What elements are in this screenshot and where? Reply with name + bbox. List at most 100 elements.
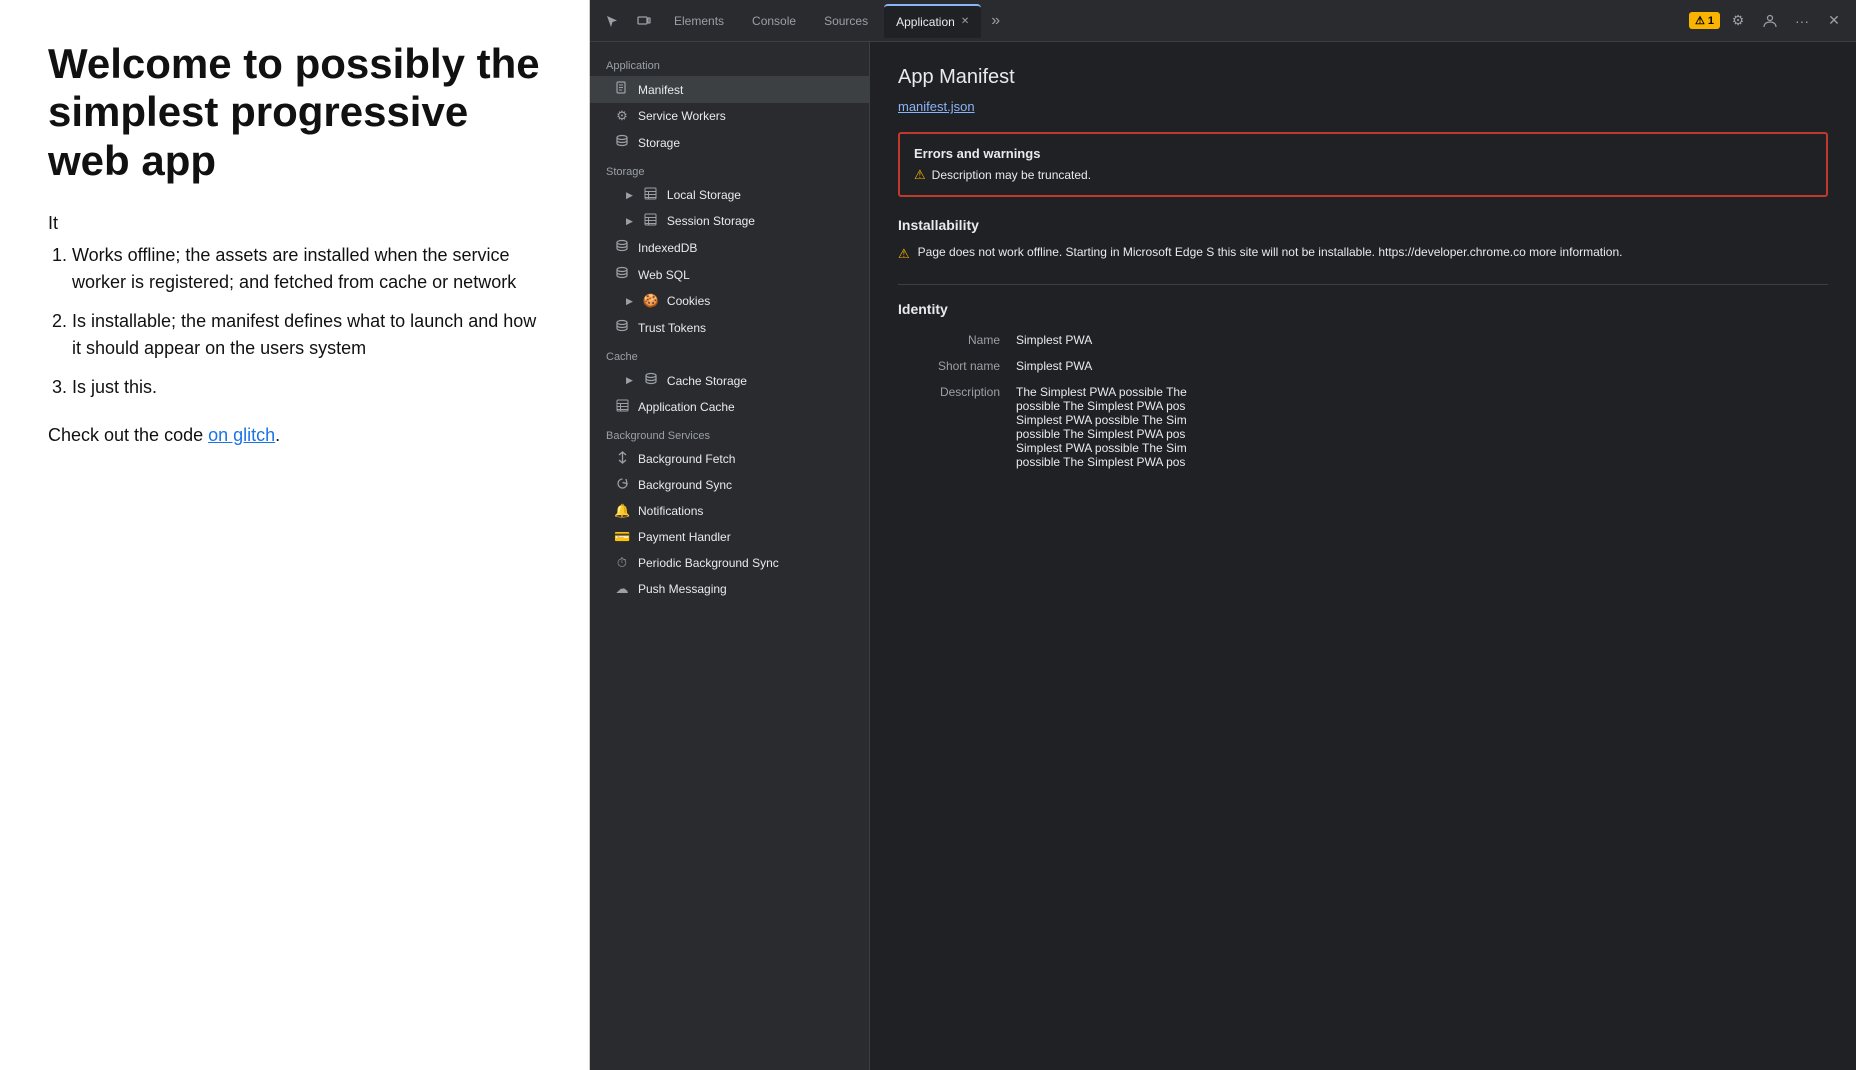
identity-row-short-name: Short name Simplest PWA bbox=[898, 353, 1828, 379]
sidebar-label-indexeddb: IndexedDB bbox=[638, 241, 697, 255]
footer-text: Check out the code on glitch. bbox=[48, 425, 541, 446]
desc-line-2: possible The Simplest PWA pos bbox=[1016, 399, 1820, 413]
list-item: Is just this. bbox=[72, 374, 541, 401]
sidebar-label-periodic-bg-sync: Periodic Background Sync bbox=[638, 556, 779, 570]
sidebar-label-web-sql: Web SQL bbox=[638, 268, 690, 282]
error-text: Description may be truncated. bbox=[932, 168, 1091, 182]
sidebar-item-manifest[interactable]: Manifest bbox=[590, 76, 869, 103]
list-item: Works offline; the assets are installed … bbox=[72, 242, 541, 296]
device-toggle-icon[interactable] bbox=[630, 7, 658, 35]
webpage-panel: Welcome to possibly the simplest progres… bbox=[0, 0, 590, 1070]
tab-console[interactable]: Console bbox=[740, 4, 808, 38]
devtools-body: Application Manifest ⚙ Service Workers S… bbox=[590, 42, 1856, 1070]
toolbar-right: ⚠ 1 ⚙ ··· ✕ bbox=[1689, 7, 1848, 35]
sidebar-item-storage[interactable]: Storage bbox=[590, 129, 869, 156]
warn-triangle-icon: ⚠ bbox=[914, 167, 926, 183]
identity-table: Name Simplest PWA Short name Simplest PW… bbox=[898, 327, 1828, 475]
sidebar-item-cache-storage[interactable]: ▶ Cache Storage bbox=[590, 367, 869, 394]
tab-application[interactable]: Application ✕ bbox=[884, 4, 981, 38]
profile-icon[interactable] bbox=[1756, 7, 1784, 35]
sidebar-item-service-workers[interactable]: ⚙ Service Workers bbox=[590, 103, 869, 129]
identity-row-description: Description The Simplest PWA possible Th… bbox=[898, 379, 1828, 475]
list-item: Is installable; the manifest defines wha… bbox=[72, 308, 541, 362]
desc-line-5: Simplest PWA possible The Sim bbox=[1016, 441, 1820, 455]
more-tabs-icon[interactable]: » bbox=[985, 12, 1006, 30]
tab-elements[interactable]: Elements bbox=[662, 4, 736, 38]
local-storage-arrow: ▶ bbox=[626, 190, 633, 201]
sidebar-item-background-sync[interactable]: Background Sync bbox=[590, 472, 869, 498]
glitch-link[interactable]: on glitch bbox=[208, 425, 275, 445]
warn-triangle-icon: ⚠ bbox=[1695, 14, 1705, 27]
settings-icon[interactable]: ⚙ bbox=[1724, 7, 1752, 35]
warning-badge[interactable]: ⚠ 1 bbox=[1689, 12, 1720, 29]
background-sync-icon bbox=[614, 477, 630, 493]
sidebar-label-background-fetch: Background Fetch bbox=[638, 452, 735, 466]
desc-line-4: possible The Simplest PWA pos bbox=[1016, 427, 1820, 441]
errors-warnings-box: Errors and warnings ⚠ Description may be… bbox=[898, 132, 1828, 197]
sidebar-label-local-storage: Local Storage bbox=[667, 188, 741, 202]
sidebar-item-payment-handler[interactable]: 💳 Payment Handler bbox=[590, 524, 869, 550]
name-value: Simplest PWA bbox=[1008, 327, 1828, 353]
manifest-icon bbox=[614, 81, 630, 98]
session-storage-icon bbox=[643, 213, 659, 229]
sidebar-item-push-messaging[interactable]: ☁ Push Messaging bbox=[590, 576, 869, 602]
sidebar-label-cookies: Cookies bbox=[667, 294, 710, 308]
identity-title: Identity bbox=[898, 301, 1828, 317]
devtools-main-panel: App Manifest manifest.json Errors and wa… bbox=[870, 42, 1856, 1070]
session-storage-arrow: ▶ bbox=[626, 216, 633, 227]
description-label: Description bbox=[898, 379, 1008, 475]
sidebar-item-periodic-bg-sync[interactable]: ⏱ Periodic Background Sync bbox=[590, 550, 869, 576]
sidebar-item-cookies[interactable]: ▶ 🍪 Cookies bbox=[590, 288, 869, 314]
more-options-icon[interactable]: ··· bbox=[1788, 7, 1816, 35]
installability-text: Page does not work offline. Starting in … bbox=[918, 243, 1623, 264]
sidebar-item-indexeddb[interactable]: IndexedDB bbox=[590, 234, 869, 261]
sidebar-label-service-workers: Service Workers bbox=[638, 109, 726, 123]
app-cache-icon bbox=[614, 399, 630, 415]
sidebar-item-session-storage[interactable]: ▶ Session Storage bbox=[590, 208, 869, 234]
sidebar-section-bg-services: Background Services bbox=[590, 420, 869, 446]
sidebar-label-application-cache: Application Cache bbox=[638, 400, 735, 414]
tab-sources[interactable]: Sources bbox=[812, 4, 880, 38]
desc-line-3: Simplest PWA possible The Sim bbox=[1016, 413, 1820, 427]
sidebar-label-notifications: Notifications bbox=[638, 504, 703, 518]
local-storage-icon bbox=[643, 187, 659, 203]
sidebar-label-cache-storage: Cache Storage bbox=[667, 374, 747, 388]
description-value: The Simplest PWA possible The possible T… bbox=[1008, 379, 1828, 475]
cache-storage-icon bbox=[643, 372, 659, 389]
sidebar-item-notifications[interactable]: 🔔 Notifications bbox=[590, 498, 869, 524]
sidebar-item-background-fetch[interactable]: Background Fetch bbox=[590, 446, 869, 472]
devtools-panel: Elements Console Sources Application ✕ »… bbox=[590, 0, 1856, 1070]
sidebar-item-web-sql[interactable]: Web SQL bbox=[590, 261, 869, 288]
sidebar-section-application: Application bbox=[590, 50, 869, 76]
sidebar-item-local-storage[interactable]: ▶ Local Storage bbox=[590, 182, 869, 208]
warn-count: 1 bbox=[1708, 15, 1714, 27]
payment-handler-icon: 💳 bbox=[614, 529, 630, 545]
tab-close-icon[interactable]: ✕ bbox=[961, 16, 969, 27]
sidebar-label-payment-handler: Payment Handler bbox=[638, 530, 731, 544]
panel-title: App Manifest bbox=[898, 66, 1828, 89]
sidebar-label-manifest: Manifest bbox=[638, 83, 683, 97]
sidebar-section-cache: Cache bbox=[590, 341, 869, 367]
devtools-sidebar: Application Manifest ⚙ Service Workers S… bbox=[590, 42, 870, 1070]
short-name-label: Short name bbox=[898, 353, 1008, 379]
desc-line-1: The Simplest PWA possible The bbox=[1016, 385, 1820, 399]
sidebar-item-application-cache[interactable]: Application Cache bbox=[590, 394, 869, 420]
feature-list: Works offline; the assets are installed … bbox=[72, 242, 541, 401]
periodic-bg-sync-icon: ⏱ bbox=[614, 555, 630, 571]
sidebar-label-push-messaging: Push Messaging bbox=[638, 582, 727, 596]
cursor-icon[interactable] bbox=[598, 7, 626, 35]
sidebar-section-storage: Storage bbox=[590, 156, 869, 182]
manifest-json-link[interactable]: manifest.json bbox=[898, 99, 1828, 114]
desc-line-6: possible The Simplest PWA pos bbox=[1016, 455, 1820, 469]
sidebar-label-trust-tokens: Trust Tokens bbox=[638, 321, 706, 335]
devtools-tabbar: Elements Console Sources Application ✕ »… bbox=[590, 0, 1856, 42]
cookies-arrow: ▶ bbox=[626, 296, 633, 307]
page-heading: Welcome to possibly the simplest progres… bbox=[48, 40, 541, 185]
sidebar-label-storage-main: Storage bbox=[638, 136, 680, 150]
installability-title: Installability bbox=[898, 217, 1828, 233]
install-warn-icon: ⚠ bbox=[898, 244, 910, 264]
sidebar-item-trust-tokens[interactable]: Trust Tokens bbox=[590, 314, 869, 341]
short-name-value: Simplest PWA bbox=[1008, 353, 1828, 379]
close-devtools-icon[interactable]: ✕ bbox=[1820, 7, 1848, 35]
identity-row-name: Name Simplest PWA bbox=[898, 327, 1828, 353]
